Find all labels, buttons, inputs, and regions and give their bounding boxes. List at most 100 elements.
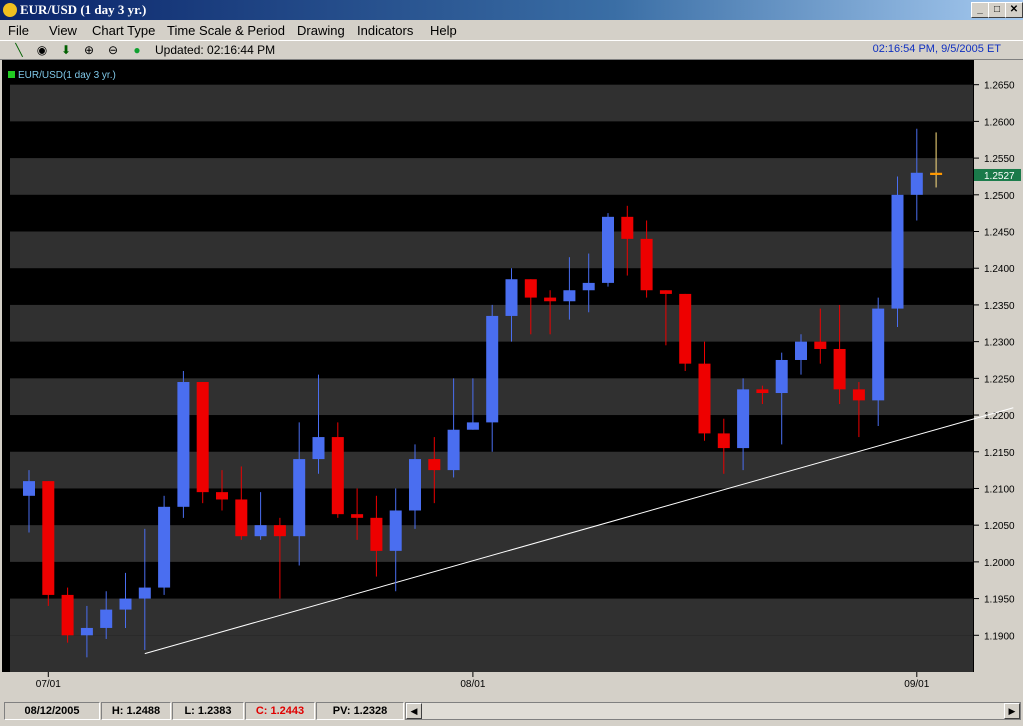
menu-time-scale[interactable]: Time Scale & Period xyxy=(167,23,285,38)
y-tick-label: 1.2400 xyxy=(984,264,1015,275)
candle-body xyxy=(216,492,228,500)
y-tick-label: 1.2100 xyxy=(984,484,1015,495)
candle-body xyxy=(640,238,653,291)
candle-body xyxy=(177,382,190,507)
candle-body xyxy=(80,627,93,636)
candle-body xyxy=(389,510,402,551)
candle-body xyxy=(447,429,460,471)
y-tick-label: 1.2250 xyxy=(984,374,1015,385)
y-tick-label: 1.2000 xyxy=(984,558,1015,569)
legend-label: EUR/USD(1 day 3 yr.) xyxy=(18,70,116,81)
candle-body xyxy=(196,382,209,493)
candle-body xyxy=(872,308,885,401)
candle xyxy=(61,587,74,643)
candle-body xyxy=(544,297,557,302)
chart-area[interactable]: 1.1900 1.1950 1.2000 1.2050 1.2100 1.2150 1.22… xyxy=(2,60,1021,696)
menu-help[interactable]: Help xyxy=(430,23,457,38)
status-date: 08/12/2005 xyxy=(4,702,100,720)
y-tick-label: 1.2350 xyxy=(984,301,1015,312)
zoom-in-icon[interactable]: ⊕ xyxy=(82,43,96,57)
status-indicator-icon: ● xyxy=(133,43,141,57)
candle xyxy=(486,304,499,452)
candle xyxy=(910,128,923,221)
candle-body xyxy=(254,525,267,537)
window-title: EUR/USD (1 day 3 yr.) xyxy=(20,2,147,17)
candle xyxy=(158,495,171,595)
candle-body xyxy=(409,459,421,511)
candle-body xyxy=(563,290,576,302)
updated-time: Updated: 02:16:44 PM xyxy=(155,43,276,57)
menu-view[interactable]: View xyxy=(49,23,77,38)
candle-body xyxy=(679,293,692,364)
candle-body xyxy=(659,290,672,294)
grid-band xyxy=(10,598,973,636)
y-tick-label: 1.2600 xyxy=(984,117,1015,128)
grid-band xyxy=(10,635,973,672)
grid-band xyxy=(10,84,973,122)
close-button[interactable]: ✕ xyxy=(1005,2,1023,18)
candle-body xyxy=(852,389,865,401)
candle xyxy=(331,422,344,518)
candle-body xyxy=(235,499,248,537)
x-tick-label: 07/01 xyxy=(36,679,61,690)
candle-body xyxy=(23,481,35,496)
zoom-out-icon[interactable]: ⊖ xyxy=(106,43,120,57)
x-tick-label: 09/01 xyxy=(904,679,929,690)
y-tick-label: 1.2550 xyxy=(984,154,1015,165)
candle-body xyxy=(486,315,499,423)
candle-body xyxy=(930,172,943,175)
candle-body xyxy=(602,216,614,283)
candle-body xyxy=(717,433,730,449)
toolbar: ╲ ◉ ⬇ ⊕ ⊖ ● Updated: 02:16:44 PM 02:16:5… xyxy=(0,40,1023,60)
crosshair-icon[interactable]: ◉ xyxy=(35,43,49,57)
y-tick-label: 1.2050 xyxy=(984,521,1015,532)
y-tick-label: 1.2200 xyxy=(984,411,1015,422)
menu-indicators[interactable]: Indicators xyxy=(357,23,413,38)
grid-band xyxy=(10,158,973,195)
candle-body xyxy=(138,587,151,599)
y-tick-label: 1.2650 xyxy=(984,81,1015,92)
app-logo-icon xyxy=(3,3,17,17)
x-tick-label: 08/01 xyxy=(460,679,485,690)
last-price-label: 1.2527 xyxy=(984,171,1015,182)
candle xyxy=(891,176,904,327)
title-bar: EUR/USD (1 day 3 yr.) _ □ ✕ xyxy=(0,0,1023,20)
candle-body xyxy=(891,194,904,309)
candle xyxy=(428,437,441,504)
status-high: H: 1.2488 xyxy=(101,702,171,720)
candle xyxy=(389,488,402,592)
scroll-left-button[interactable]: ◀ xyxy=(406,703,422,719)
candle-body xyxy=(370,517,383,551)
candle-body xyxy=(756,389,769,394)
candlestick-chart: 1.1900 1.1950 1.2000 1.2050 1.2100 1.2150 1.22… xyxy=(2,60,1021,696)
grid-band xyxy=(10,525,973,562)
arrow-down-icon[interactable]: ⬇ xyxy=(59,43,73,57)
menu-chart-type[interactable]: Chart Type xyxy=(92,23,155,38)
maximize-button[interactable]: □ xyxy=(988,2,1006,18)
candle-body xyxy=(524,279,537,298)
draw-line-icon[interactable]: ╲ xyxy=(12,43,26,57)
candle-body xyxy=(775,359,788,394)
time-axis xyxy=(2,672,1021,696)
candle xyxy=(602,213,614,287)
scroll-right-button[interactable]: ▶ xyxy=(1004,703,1020,719)
candle xyxy=(196,382,209,504)
status-low: L: 1.2383 xyxy=(172,702,244,720)
candle-body xyxy=(100,609,113,628)
candle-body xyxy=(698,363,711,434)
menu-file[interactable]: File xyxy=(8,23,29,38)
candle-body xyxy=(505,279,518,316)
candle-body xyxy=(582,282,595,291)
legend-swatch xyxy=(8,71,15,78)
horizontal-scrollbar[interactable]: ◀ ▶ xyxy=(405,702,1021,720)
minimize-button[interactable]: _ xyxy=(971,2,989,18)
candle xyxy=(42,481,55,606)
y-tick-label: 1.1900 xyxy=(984,631,1015,642)
candle-body xyxy=(293,459,306,537)
menu-drawing[interactable]: Drawing xyxy=(297,23,345,38)
y-tick-label: 1.1950 xyxy=(984,595,1015,606)
candle-body xyxy=(119,598,132,610)
candle-body xyxy=(273,525,286,537)
candle-body xyxy=(814,341,827,349)
candle-body xyxy=(621,216,634,239)
